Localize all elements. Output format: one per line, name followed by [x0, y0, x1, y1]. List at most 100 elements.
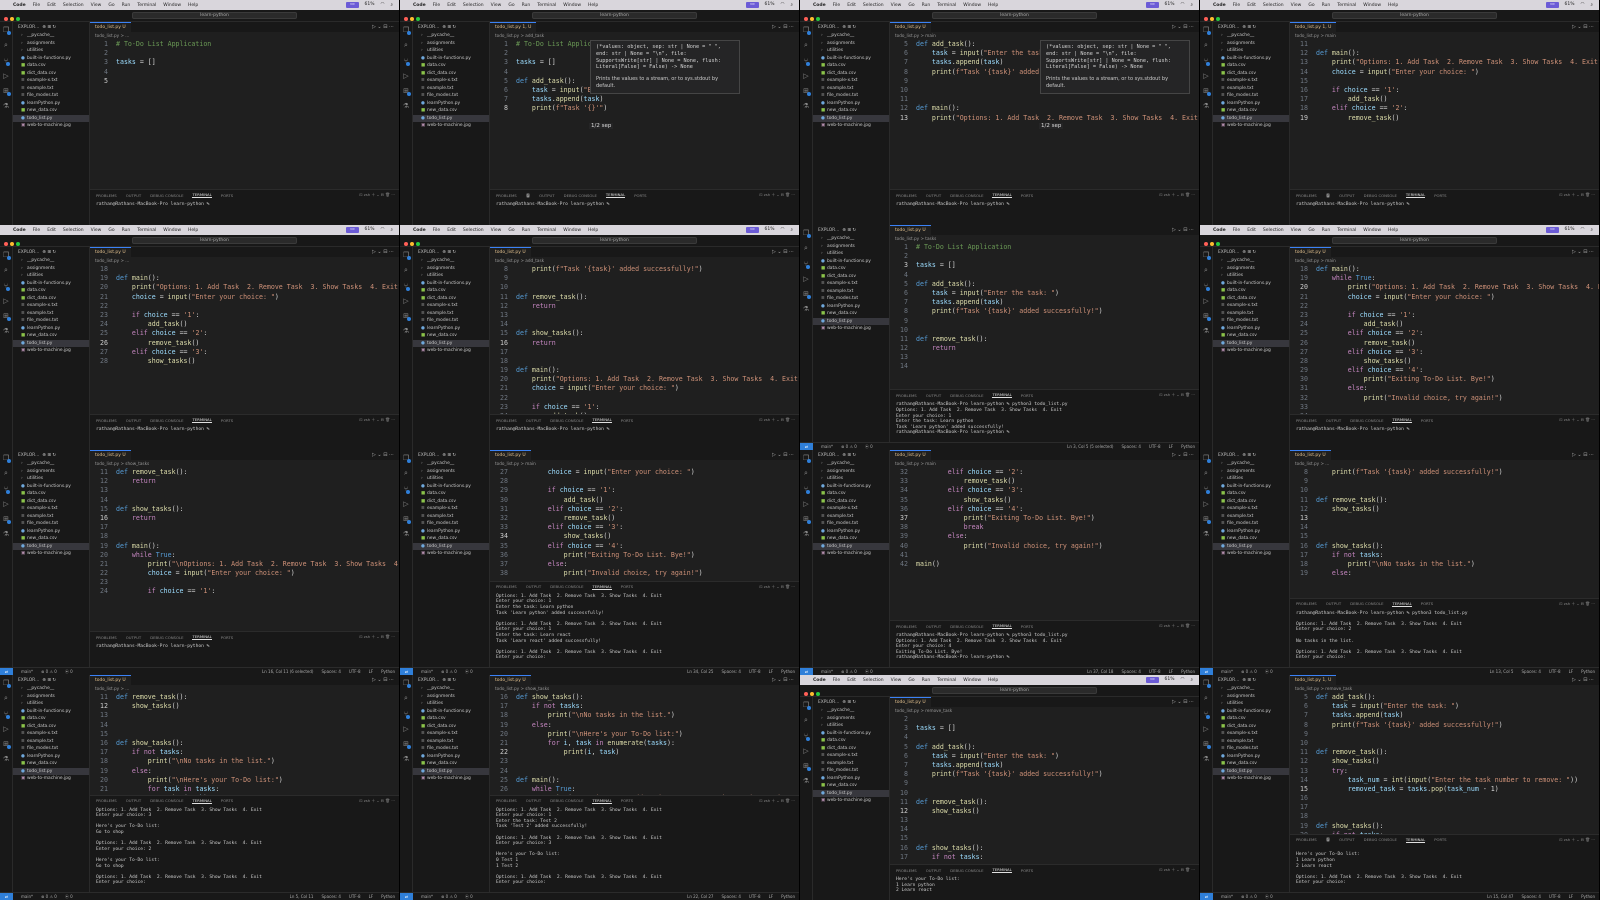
minimize-window-button[interactable]	[10, 17, 14, 21]
explorer-item[interactable]: ● todo_list.py	[413, 542, 489, 550]
run-python-button[interactable]: ▷ ⌄ ⊟ ⋯	[1572, 22, 1599, 32]
explorer-item[interactable]: ■ data.csv	[813, 265, 889, 273]
extensions-icon[interactable]: ⊞	[803, 762, 811, 771]
explorer-item[interactable]: › utilities	[1213, 47, 1289, 55]
search-icon[interactable]: ⌕	[4, 41, 8, 50]
explorer-icon[interactable]: ❐	[3, 454, 12, 463]
screen-record-icon[interactable]: ▭	[1546, 2, 1559, 8]
testing-icon[interactable]: ⚗	[403, 327, 409, 335]
panel-tab-problems[interactable]: PROBLEMS	[496, 193, 517, 198]
explorer-item[interactable]: ■ dict_data.csv	[1213, 498, 1289, 506]
explorer-item[interactable]: ● built-in-functions.py	[13, 708, 89, 716]
explorer-item[interactable]: ■ new_data.csv	[1213, 760, 1289, 768]
explorer-item[interactable]: ● todo_list.py	[813, 789, 889, 797]
new-file-icon[interactable]: ⊕ ⊞ ↻	[442, 25, 456, 30]
panel-tab-ports[interactable]: PORTS	[1434, 837, 1446, 842]
menu-item-help[interactable]: Help	[188, 228, 198, 233]
explorer-item[interactable]: ● built-in-functions.py	[1213, 483, 1289, 491]
status-eol[interactable]: LF	[369, 669, 374, 674]
explorer-item[interactable]: ▣ web-to-machine.jpg	[413, 550, 489, 558]
explorer-item[interactable]: ● built-in-functions.py	[413, 483, 489, 491]
terminal-actions[interactable]: ⊡ zsh ＋ ⌄ ⊟ 🗑 ⋯	[759, 798, 799, 804]
editor-tab-todo-list[interactable]: todo_list.py U	[890, 22, 931, 32]
zoom-window-button[interactable]	[816, 17, 820, 21]
panel-tab-terminal[interactable]: TERMINAL	[992, 623, 1012, 629]
git-branch[interactable]: main*	[421, 669, 433, 674]
explorer-item[interactable]: ● learnPython.py	[1213, 100, 1289, 108]
command-center-search[interactable]: learn-python	[532, 237, 697, 244]
extensions-icon[interactable]: ⊞	[1203, 312, 1211, 321]
run-debug-icon[interactable]: ▷	[1203, 500, 1208, 508]
code-editor[interactable]: 2 3 tasks = [] 4 5 def add_task(): 6 task = in…	[890, 715, 1199, 864]
search-icon[interactable]: ⌕	[404, 469, 408, 478]
explorer-item[interactable]: ■ dict_data.csv	[13, 70, 89, 78]
explorer-icon[interactable]: ❐	[803, 229, 812, 238]
explorer-item[interactable]: › __pycache__	[813, 460, 889, 468]
menu-item-edit[interactable]: Edit	[1247, 228, 1256, 233]
menu-item-view[interactable]: View	[1291, 3, 1302, 8]
explorer-item[interactable]: ≡ file_modes.txt	[413, 92, 489, 100]
explorer-item[interactable]: ≡ example-x.txt	[413, 730, 489, 738]
minimize-window-button[interactable]	[410, 17, 414, 21]
explorer-item[interactable]: ■ new_data.csv	[13, 107, 89, 115]
run-debug-icon[interactable]: ▷	[403, 297, 408, 305]
menu-item-terminal[interactable]: Terminal	[1337, 228, 1356, 233]
terminal-actions[interactable]: ⊡ zsh ＋ ⌄ ⊟ 🗑 ⋯	[1159, 192, 1199, 198]
explorer-item[interactable]: ■ data.csv	[413, 287, 489, 295]
extensions-icon[interactable]: ⊞	[403, 312, 411, 321]
explorer-item[interactable]: ● learnPython.py	[413, 100, 489, 108]
explorer-item[interactable]: ● learnPython.py	[13, 325, 89, 333]
explorer-item[interactable]: ▣ web-to-machine.jpg	[13, 550, 89, 558]
explorer-item[interactable]: ≡ example-x.txt	[1213, 77, 1289, 85]
panel-tab-problems[interactable]: PROBLEMS	[96, 418, 117, 423]
breadcrumb[interactable]: todo_list.py > ...	[1290, 460, 1599, 468]
status-encoding[interactable]: UTF-8	[1549, 894, 1561, 899]
menu-item-run[interactable]: Run	[522, 228, 531, 233]
breadcrumb[interactable]: todo_list.py > tasks	[890, 235, 1199, 243]
explorer-item[interactable]: ≡ example.txt	[413, 85, 489, 93]
panel-tab-debug-console[interactable]: DEBUG CONSOLE	[550, 584, 583, 589]
menu-item-file[interactable]: File	[1233, 3, 1241, 8]
explorer-item[interactable]: ≡ example.txt	[1213, 310, 1289, 318]
explorer-item[interactable]: ● built-in-functions.py	[1213, 708, 1289, 716]
explorer-item[interactable]: › assignments	[813, 243, 889, 251]
explorer-item[interactable]: ■ dict_data.csv	[13, 723, 89, 731]
explorer-item[interactable]: ≡ file_modes.txt	[813, 295, 889, 303]
explorer-item[interactable]: ■ new_data.csv	[413, 332, 489, 340]
command-center-search[interactable]: learn-python	[1332, 12, 1497, 19]
editor-tab-todo-list[interactable]: todo_list.py 1, U	[490, 22, 537, 32]
wifi-icon[interactable]: ◠	[1181, 677, 1185, 683]
explorer-item[interactable]: › assignments	[813, 40, 889, 48]
panel-tab-problems[interactable]: PROBLEMS	[896, 393, 917, 398]
status-encoding[interactable]: UTF-8	[1549, 669, 1561, 674]
remote-indicator[interactable]: ⇌	[400, 892, 413, 900]
minimize-window-button[interactable]	[10, 242, 14, 246]
explorer-item[interactable]: ▣ web-to-machine.jpg	[1213, 122, 1289, 130]
run-debug-icon[interactable]: ▷	[3, 725, 8, 733]
run-debug-icon[interactable]: ▷	[403, 500, 408, 508]
explorer-item[interactable]: ≡ example-x.txt	[13, 730, 89, 738]
run-python-button[interactable]: ▷ ⌄ ⊟ ⋯	[1172, 225, 1199, 235]
panel-tab-debug-console[interactable]: DEBUG CONSOLE	[950, 393, 983, 398]
cursor-position[interactable]: Ln 13, Col 5	[1490, 669, 1514, 674]
explorer-item[interactable]: ≡ file_modes.txt	[813, 520, 889, 528]
explorer-item[interactable]: ● learnPython.py	[813, 528, 889, 536]
menu-item-help[interactable]: Help	[988, 3, 998, 8]
explorer-item[interactable]: ≡ example.txt	[813, 513, 889, 521]
terminal-actions[interactable]: ⊡ zsh ＋ ⌄ ⊟ 🗑 ⋯	[1559, 192, 1599, 198]
problems-status[interactable]: ⊗ 0 ⚠ 0	[41, 669, 57, 674]
explorer-item[interactable]: ▣ web-to-machine.jpg	[413, 775, 489, 783]
terminal-output[interactable]: rathan@Rathans-MacBook-Pro learn-python …	[1290, 609, 1599, 667]
status-spaces[interactable]: Spaces: 4	[1521, 669, 1540, 674]
panel-tab-output[interactable]: OUTPUT	[126, 418, 141, 423]
menu-item-window[interactable]: Window	[163, 228, 181, 233]
run-python-button[interactable]: ▷ ⌄ ⊟ ⋯	[772, 675, 799, 685]
zoom-window-button[interactable]	[1216, 17, 1220, 21]
menu-item-window[interactable]: Window	[163, 3, 181, 8]
panel-tab-debug-console[interactable]: DEBUG CONSOLE	[950, 868, 983, 873]
explorer-item[interactable]: ≡ example-x.txt	[413, 505, 489, 513]
explorer-item[interactable]: › __pycache__	[413, 460, 489, 468]
cursor-position[interactable]: Ln 15, Col 47	[1487, 894, 1513, 899]
minimize-window-button[interactable]	[1210, 17, 1214, 21]
explorer-item[interactable]: ■ dict_data.csv	[1213, 295, 1289, 303]
